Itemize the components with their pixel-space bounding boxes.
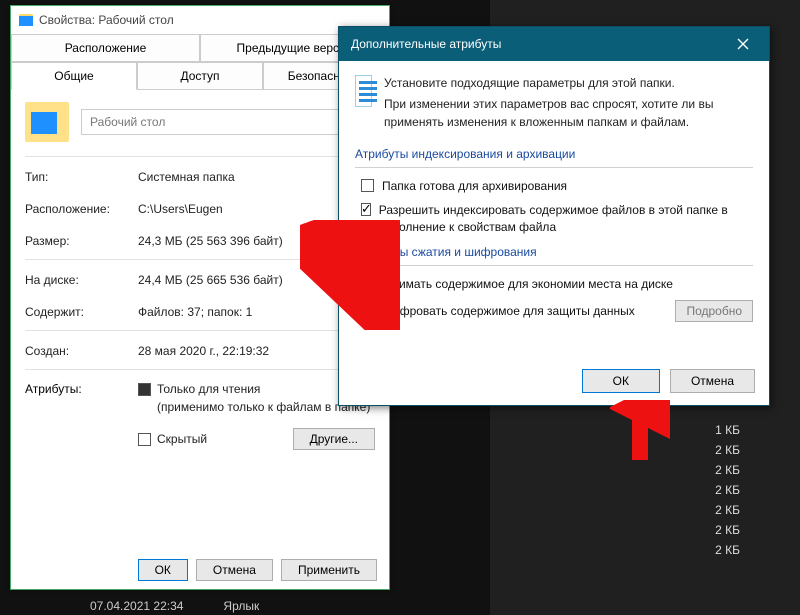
bg-row[interactable]: 2 КБ <box>490 440 800 460</box>
ok-button[interactable]: ОК <box>138 559 188 581</box>
folder-icon <box>19 14 33 26</box>
label-location: Расположение: <box>25 202 130 216</box>
compress-checkbox[interactable]: Сжимать содержимое для экономии места на… <box>355 276 753 292</box>
advanced-titlebar[interactable]: Дополнительные атрибуты <box>339 27 769 61</box>
checkbox-icon <box>361 179 374 192</box>
dialog-title: Дополнительные атрибуты <box>351 37 501 51</box>
info-line-2: При изменении этих параметров вас спрося… <box>384 96 753 131</box>
label-type: Тип: <box>25 170 130 184</box>
folder-large-icon <box>25 102 69 142</box>
label-attributes: Атрибуты: <box>25 382 130 450</box>
checkbox-icon <box>361 304 374 317</box>
info-line-1: Установите подходящие параметры для этой… <box>384 75 753 92</box>
close-button[interactable] <box>723 31 763 57</box>
tabs-row-1: Расположение Предыдущие версии <box>11 34 389 62</box>
bg-footer: 07.04.2021 22:34Ярлык <box>90 599 259 613</box>
adv-cancel-button[interactable]: Отмена <box>670 369 755 393</box>
properties-titlebar[interactable]: Свойства: Рабочий стол <box>11 6 389 34</box>
cancel-button[interactable]: Отмена <box>196 559 273 581</box>
bg-row[interactable]: 2 КБ <box>490 520 800 540</box>
checkbox-icon <box>138 383 151 396</box>
tab-location[interactable]: Расположение <box>11 34 200 62</box>
advanced-attributes-dialog: Дополнительные атрибуты Установите подхо… <box>338 26 770 406</box>
index-checkbox[interactable]: Разрешить индексировать содержимое файло… <box>355 202 753 234</box>
checkbox-icon <box>361 277 374 290</box>
hidden-checkbox[interactable]: Скрытый <box>138 432 207 446</box>
group-compress-encrypt: Атрибуты сжатия и шифрования <box>355 245 753 259</box>
window-title: Свойства: Рабочий стол <box>39 13 174 27</box>
details-button[interactable]: Подробно <box>675 300 753 322</box>
apply-button[interactable]: Применить <box>281 559 377 581</box>
tabs-row-2: Общие Доступ Безопасность <box>11 62 389 90</box>
bg-row[interactable]: 2 КБ <box>490 460 800 480</box>
settings-list-icon <box>355 75 372 107</box>
folder-name-input[interactable] <box>81 109 375 135</box>
properties-window: Свойства: Рабочий стол Расположение Пред… <box>10 5 390 590</box>
checkbox-checked-icon <box>361 203 371 216</box>
tab-general[interactable]: Общие <box>11 62 137 90</box>
tab-sharing[interactable]: Доступ <box>137 62 263 90</box>
label-ondisk: На диске: <box>25 273 130 287</box>
adv-ok-button[interactable]: ОК <box>582 369 660 393</box>
encrypt-checkbox[interactable]: Шифровать содержимое для защиты данных <box>355 303 665 319</box>
group-index-archive: Атрибуты индексирования и архивации <box>355 147 753 161</box>
bg-row[interactable]: 2 КБ <box>490 500 800 520</box>
label-contains: Содержит: <box>25 305 130 319</box>
checkbox-icon <box>138 433 151 446</box>
close-icon <box>737 38 749 50</box>
archive-checkbox[interactable]: Папка готова для архивирования <box>355 178 753 194</box>
bg-row[interactable]: 1 КБ <box>490 420 800 440</box>
label-size: Размер: <box>25 234 130 248</box>
label-created: Создан: <box>25 344 130 358</box>
bg-row[interactable]: 2 КБ <box>490 480 800 500</box>
bg-row[interactable]: 2 КБ <box>490 540 800 560</box>
other-attributes-button[interactable]: Другие... <box>293 428 375 450</box>
